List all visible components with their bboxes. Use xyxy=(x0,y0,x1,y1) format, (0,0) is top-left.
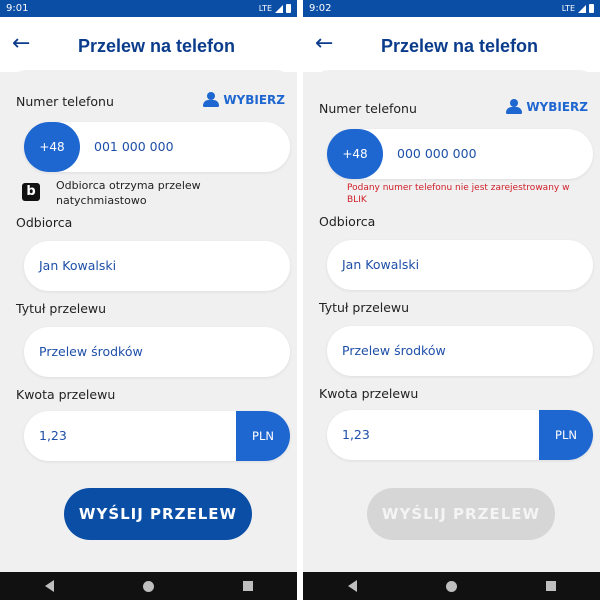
choose-contact-label: WYBIERZ xyxy=(223,92,285,107)
recipient-label: Odbiorca xyxy=(319,214,376,229)
currency-selector[interactable]: PLN xyxy=(236,411,290,461)
phone-error-message: Podany numer telefonu nie jest zarejestr… xyxy=(347,183,570,205)
phone-input[interactable]: +48 000 000 000 xyxy=(327,129,593,179)
choose-contact-button[interactable]: WYBIERZ xyxy=(506,99,588,114)
battery-icon xyxy=(286,4,291,13)
system-nav-bar xyxy=(0,572,297,600)
amount-input[interactable]: 1,23 PLN xyxy=(24,411,290,461)
person-icon xyxy=(203,92,220,107)
phone-label: Numer telefonu xyxy=(319,101,417,116)
nav-recents-icon[interactable] xyxy=(242,581,253,591)
blik-info-text: Odbiorca otrzyma przelew natychmiastowo xyxy=(56,179,201,207)
blik-logo-icon: b xyxy=(22,183,40,201)
back-arrow-icon[interactable]: ← xyxy=(315,33,337,56)
send-transfer-button[interactable]: WYŚLIJ PRZELEW xyxy=(367,488,555,540)
nav-home-icon[interactable] xyxy=(445,580,457,592)
comparison-view: 9:01 LTE ← Przelew na telefon Numer tele… xyxy=(0,0,600,600)
transfer-title-label: Tytuł przelewu xyxy=(319,300,410,315)
back-arrow-icon[interactable]: ← xyxy=(12,33,34,56)
transfer-title-input[interactable]: Przelew środków xyxy=(327,326,593,376)
app-bar: ← Przelew na telefon xyxy=(303,17,600,72)
nav-back-icon[interactable] xyxy=(44,580,54,592)
nav-recents-icon[interactable] xyxy=(545,581,556,591)
transfer-title-label: Tytuł przelewu xyxy=(16,301,107,316)
recipient-label: Odbiorca xyxy=(16,215,73,230)
phone-label: Numer telefonu xyxy=(16,94,114,109)
system-nav-bar xyxy=(303,572,600,600)
status-bar: 9:01 LTE xyxy=(0,0,297,17)
page-title: Przelew na telefon xyxy=(78,36,236,56)
recipient-input[interactable]: Jan Kowalski xyxy=(327,240,593,290)
person-icon xyxy=(506,99,523,114)
network-label: LTE xyxy=(561,4,575,13)
app-bar: ← Przelew na telefon xyxy=(0,17,297,72)
recipient-value: Jan Kowalski xyxy=(342,257,420,272)
phone-value: 001 000 000 xyxy=(94,139,174,154)
status-time: 9:01 xyxy=(6,3,29,14)
choose-contact-label: WYBIERZ xyxy=(526,99,588,114)
network-label: LTE xyxy=(258,4,272,13)
transfer-title-value: Przelew środków xyxy=(39,344,143,359)
amount-input[interactable]: 1,23 PLN xyxy=(327,410,593,460)
country-prefix[interactable]: +48 xyxy=(24,122,80,172)
recipient-value: Jan Kowalski xyxy=(39,258,117,273)
choose-contact-button[interactable]: WYBIERZ xyxy=(203,92,285,107)
phone-value: 000 000 000 xyxy=(397,146,477,161)
amount-value: 1,23 xyxy=(39,428,67,443)
signal-icon xyxy=(275,4,283,13)
status-indicators: LTE xyxy=(259,4,291,13)
transfer-title-value: Przelew środków xyxy=(342,343,446,358)
send-transfer-button[interactable]: WYŚLIJ PRZELEW xyxy=(64,488,252,540)
status-time: 9:02 xyxy=(309,3,332,14)
currency-selector[interactable]: PLN xyxy=(539,410,593,460)
recipient-input[interactable]: Jan Kowalski xyxy=(24,241,290,291)
phone-screen-error: 9:02 LTE ← Przelew na telefon Numer tele… xyxy=(303,0,600,600)
nav-home-icon[interactable] xyxy=(142,580,154,592)
page-title: Przelew na telefon xyxy=(381,36,539,56)
battery-icon xyxy=(589,4,594,13)
amount-label: Kwota przelewu xyxy=(319,386,419,401)
amount-label: Kwota przelewu xyxy=(16,387,116,402)
phone-input[interactable]: +48 001 000 000 xyxy=(24,122,290,172)
phone-screen-valid: 9:01 LTE ← Przelew na telefon Numer tele… xyxy=(0,0,297,600)
amount-value: 1,23 xyxy=(342,427,370,442)
transfer-title-input[interactable]: Przelew środków xyxy=(24,327,290,377)
status-indicators: LTE xyxy=(562,4,594,13)
country-prefix[interactable]: +48 xyxy=(327,129,383,179)
status-bar: 9:02 LTE xyxy=(303,0,600,17)
nav-back-icon[interactable] xyxy=(347,580,357,592)
signal-icon xyxy=(578,4,586,13)
